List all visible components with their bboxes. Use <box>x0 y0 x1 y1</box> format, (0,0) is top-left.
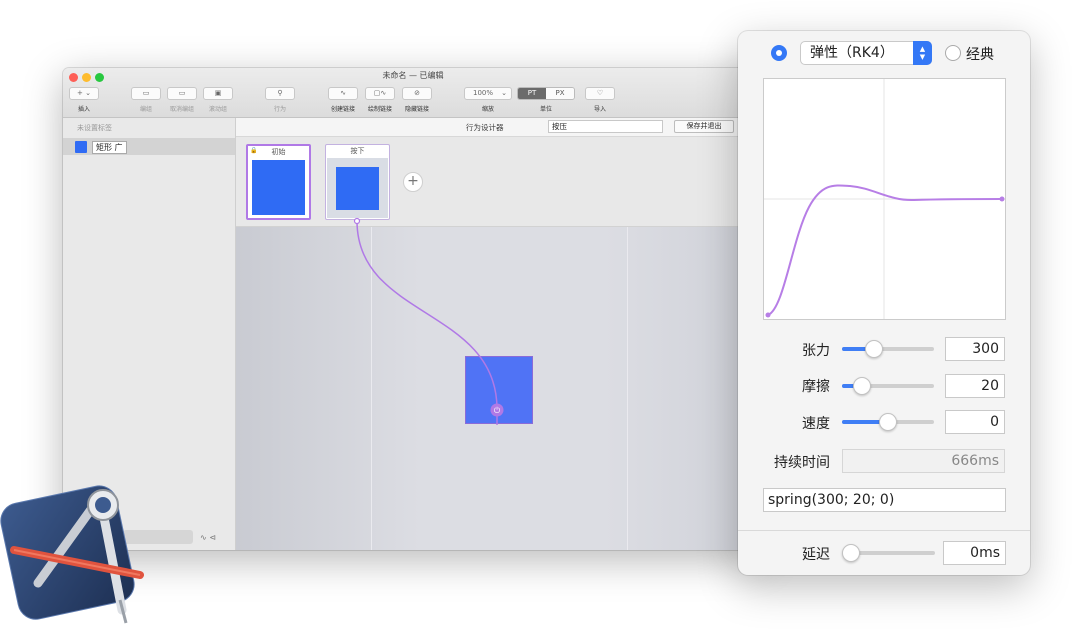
create-link-button[interactable]: ∿ <box>328 87 358 100</box>
ungroup-button[interactable]: ▭ <box>167 87 197 100</box>
window-title: 未命名 — 已编辑 <box>382 71 444 80</box>
rectangle-layer-icon <box>75 141 87 153</box>
eye-slash-icon: ⊘ <box>414 89 420 97</box>
ungroup-label: 取消编组 <box>169 106 194 113</box>
animation-curve-panel: 弹性（RK4） ▲ ▼ 经典 张力 300 摩擦 20 速度 0 持续时间 666… <box>738 31 1030 575</box>
folder-icon: ▭ <box>142 89 150 97</box>
hide-link-button[interactable]: ⊘ <box>402 87 432 100</box>
friction-slider-knob[interactable] <box>853 377 871 395</box>
layer-row[interactable]: 矩形 广 <box>63 138 235 155</box>
group-button[interactable]: ▭ <box>131 87 161 100</box>
spring-mode-radio[interactable] <box>771 45 787 61</box>
main-window: 未命名 — 已编辑 + ⌄ 插入 ▭ 编组 ▭ 取消编组 ▣ 滚动组 ⚲ 行为 … <box>63 68 763 550</box>
unit-px-segment[interactable]: PX <box>546 88 574 99</box>
curve-end-point <box>999 196 1005 202</box>
insert-label: 插入 <box>77 106 90 113</box>
zoom-select[interactable]: 100% ⌄ <box>464 87 512 100</box>
behavior-label: 行为 <box>273 106 286 113</box>
create-link-label: 创建链接 <box>330 106 355 113</box>
svg-text:⏻: ⏻ <box>494 406 501 415</box>
insert-button[interactable]: + ⌄ <box>69 87 99 100</box>
scroll-icon: ▣ <box>214 89 222 97</box>
open-folder-icon: ▭ <box>178 89 186 97</box>
hide-link-label: 隐藏链接 <box>404 106 429 113</box>
friction-field[interactable]: 20 <box>945 374 1005 398</box>
scroll-group-label: 滚动组 <box>208 106 227 113</box>
behavior-designer: 行为设计器 按压 保存并退出 🔒 初始 按下 + ⏻ <box>236 118 763 550</box>
spring-expression-field[interactable]: spring(300; 20; 0) <box>763 488 1006 512</box>
tension-label: 张力 <box>802 343 830 359</box>
group-label: 编组 <box>139 106 152 113</box>
draw-link-label: 绘制链接 <box>367 106 392 113</box>
plus-icon: + ⌄ <box>77 89 91 97</box>
sidebar-header: 未设置标签 <box>77 124 112 132</box>
import-icon: ♡ <box>596 89 604 97</box>
app-icon <box>0 485 144 624</box>
tension-slider-knob[interactable] <box>865 340 883 358</box>
magic-wand-icon: ⚲ <box>277 89 283 97</box>
toolbar: 未命名 — 已编辑 + ⌄ 插入 ▭ 编组 ▭ 取消编组 ▣ 滚动组 ⚲ 行为 … <box>63 68 763 118</box>
spring-type-value: 弹性（RK4） <box>810 45 894 61</box>
layer-name-field[interactable]: 矩形 广 <box>92 141 127 154</box>
duration-label: 持续时间 <box>774 455 830 471</box>
link-toggle-icon[interactable]: ∿ ⊲ <box>200 533 216 542</box>
duration-field: 666ms <box>842 449 1005 473</box>
link-curve-icon: ∿ <box>340 89 346 97</box>
curve-start-point <box>765 312 771 318</box>
behavior-button[interactable]: ⚲ <box>265 87 295 100</box>
chevron-down-icon: ⌄ <box>501 89 507 97</box>
updown-chevron-icon: ▲ ▼ <box>913 41 932 65</box>
unit-segmented-control: PT PX <box>517 87 575 100</box>
import-button[interactable]: ♡ <box>585 87 615 100</box>
spring-curve-graph <box>763 78 1006 320</box>
classic-mode-label: 经典 <box>966 47 994 63</box>
delay-slider-knob[interactable] <box>842 544 860 562</box>
spring-curve <box>767 184 1003 316</box>
import-label: 导入 <box>593 106 606 113</box>
zoom-label: 缩放 <box>481 106 494 113</box>
draw-link-button[interactable]: ▢∿ <box>365 87 395 100</box>
wire-start-handle[interactable] <box>353 217 361 225</box>
tension-field[interactable]: 300 <box>945 337 1005 361</box>
unit-label: 单位 <box>539 106 552 113</box>
zoom-value: 100% <box>473 89 494 97</box>
state-link-wire: ⏻ <box>353 217 504 425</box>
panel-divider <box>738 530 1030 531</box>
unit-pt-segment[interactable]: PT <box>518 88 546 99</box>
scroll-group-button[interactable]: ▣ <box>203 87 233 100</box>
friction-label: 摩擦 <box>802 379 830 395</box>
velocity-label: 速度 <box>802 416 830 432</box>
delay-field[interactable]: 0ms <box>943 541 1006 565</box>
velocity-field[interactable]: 0 <box>945 410 1005 434</box>
spring-type-dropdown[interactable]: 弹性（RK4） ▲ ▼ <box>800 41 932 65</box>
velocity-slider-knob[interactable] <box>879 413 897 431</box>
delay-label: 延迟 <box>802 547 830 563</box>
classic-mode-radio[interactable] <box>945 45 961 61</box>
draw-link-icon: ▢∿ <box>373 89 387 97</box>
